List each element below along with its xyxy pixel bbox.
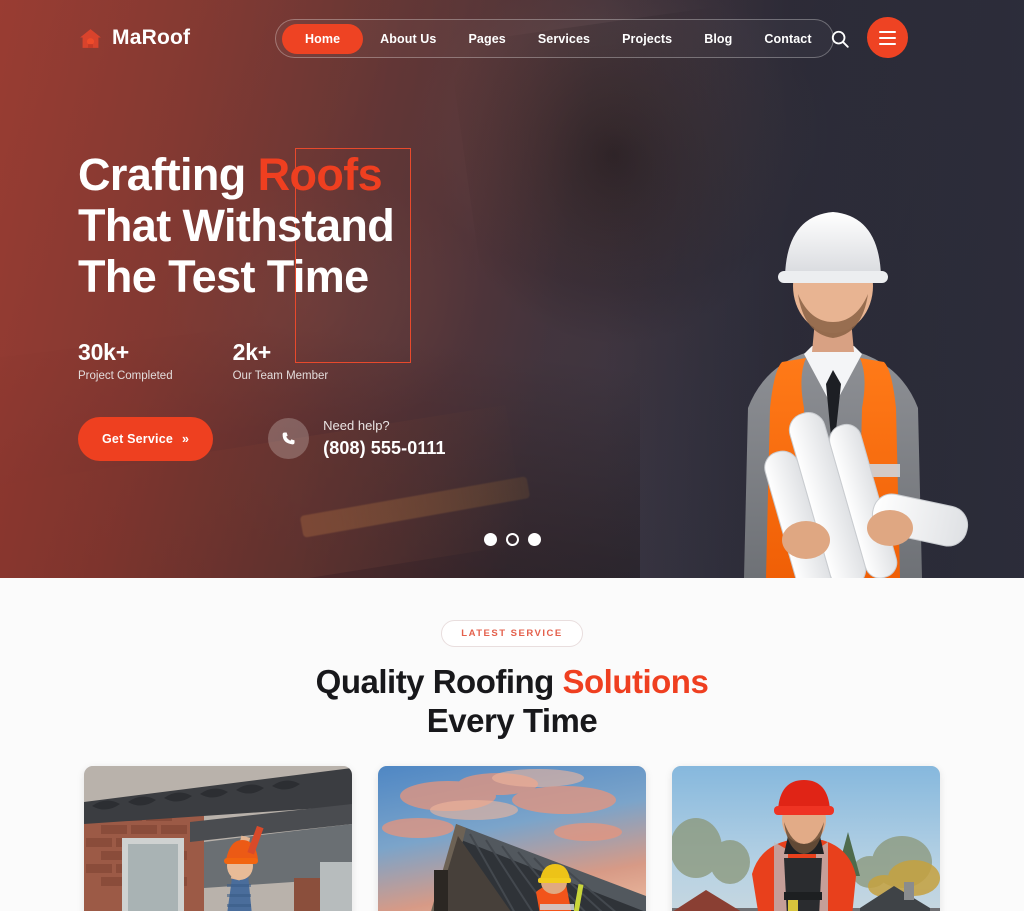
hero-slider-dots	[0, 533, 1024, 546]
main-navigation: Home About Us Pages Services Projects Bl…	[275, 19, 834, 58]
hamburger-menu-icon[interactable]	[867, 17, 908, 58]
stat-team-members: 2k+ Our Team Member	[233, 339, 329, 382]
hero-content: Crafting Roofs That Withstand The Test T…	[78, 148, 698, 461]
hero-phone-block[interactable]: Need help? (808) 555-0111	[268, 418, 446, 460]
nav-item-about-us[interactable]: About Us	[365, 25, 451, 53]
phone-icon	[268, 418, 310, 460]
stat-projects-number: 30k+	[78, 338, 130, 365]
service-cards	[0, 766, 1024, 911]
nav-item-services[interactable]: Services	[523, 25, 605, 53]
double-chevron-right-icon: »	[182, 431, 190, 446]
slider-dot-3[interactable]	[527, 533, 541, 546]
nav-item-projects[interactable]: Projects	[607, 25, 687, 53]
phone-number[interactable]: (808) 555-0111	[323, 438, 446, 459]
section-title-plain: Quality Roofing	[315, 663, 563, 700]
hero-cta-row: Get Service » Need help? (808) 555-0111	[78, 416, 698, 461]
site-header: MaRoof Home About Us Pages Services Proj…	[0, 0, 1024, 76]
brand-name: MaRoof	[112, 26, 191, 49]
get-service-label: Get Service	[102, 431, 173, 446]
section-badge-wrap: LATEST SERVICE	[0, 578, 1024, 647]
search-icon[interactable]	[829, 28, 851, 50]
nav-item-contact[interactable]: Contact	[749, 25, 826, 53]
headline-line-1-plain: Crafting	[78, 149, 258, 200]
headline-line-1-highlight: Roofs	[257, 149, 383, 200]
section-title-line-2: Every Time	[426, 701, 598, 739]
nav-item-pages[interactable]: Pages	[454, 25, 521, 53]
hero-headline: Crafting Roofs That Withstand The Test T…	[78, 149, 698, 303]
brand-logo[interactable]: MaRoof	[78, 26, 190, 51]
hero-person-image	[686, 108, 976, 578]
nav-item-blog[interactable]: Blog	[689, 25, 747, 53]
service-card-1[interactable]	[84, 766, 352, 911]
stat-team-number: 2k+	[232, 338, 272, 365]
need-help-text: Need help?	[323, 418, 390, 434]
stat-projects-completed: 30k+ Project Completed	[78, 339, 173, 382]
section-title: Quality Roofing Solutions Every Time	[0, 663, 1024, 740]
nav-item-home[interactable]: Home	[282, 23, 364, 54]
slider-dot-1[interactable]	[483, 533, 497, 546]
hero-section: MaRoof Home About Us Pages Services Proj…	[0, 0, 1024, 578]
stat-team-label: Our Team Member	[232, 369, 329, 382]
stat-projects-label: Project Completed	[78, 369, 173, 382]
service-card-3[interactable]	[672, 766, 940, 911]
latest-service-section: LATEST SERVICE Quality Roofing Solutions…	[0, 578, 1024, 911]
section-title-highlight: Solutions	[562, 663, 709, 700]
latest-service-badge: LATEST SERVICE	[441, 620, 583, 647]
house-roof-icon	[78, 26, 103, 51]
hero-stats: 30k+ Project Completed 2k+ Our Team Memb…	[78, 339, 698, 382]
slider-dot-2[interactable]	[505, 533, 519, 546]
headline-line-3: The Test Time	[78, 250, 369, 302]
get-service-button[interactable]: Get Service »	[78, 416, 214, 461]
service-card-2[interactable]	[378, 766, 646, 911]
headline-line-2: That Withstand	[78, 199, 395, 251]
